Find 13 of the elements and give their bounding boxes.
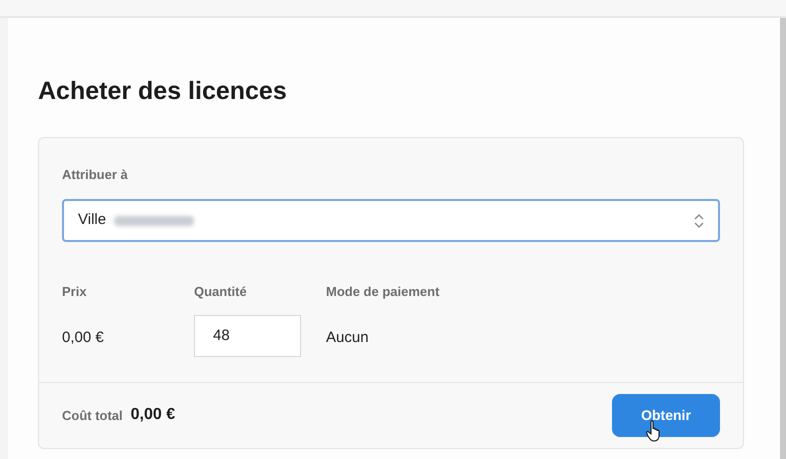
column-value: Aucun <box>326 328 369 348</box>
column-value: 0,00 € <box>62 328 104 348</box>
column-label: Mode de paiement <box>326 283 440 301</box>
chevron-up-down-icon <box>694 212 704 228</box>
total-label: Coût total <box>62 406 123 424</box>
assign-select[interactable]: Ville <box>62 199 720 242</box>
field-label: Attribuer à <box>62 166 128 184</box>
column-label: Prix <box>62 283 87 301</box>
total-amount: 0,00 € <box>130 405 176 426</box>
obtain-button[interactable]: Obtenir <box>612 394 720 437</box>
page-title: Acheter des licences <box>38 76 287 107</box>
column-label: Quantité <box>194 283 247 301</box>
quantity-input[interactable]: 48 <box>194 314 301 356</box>
